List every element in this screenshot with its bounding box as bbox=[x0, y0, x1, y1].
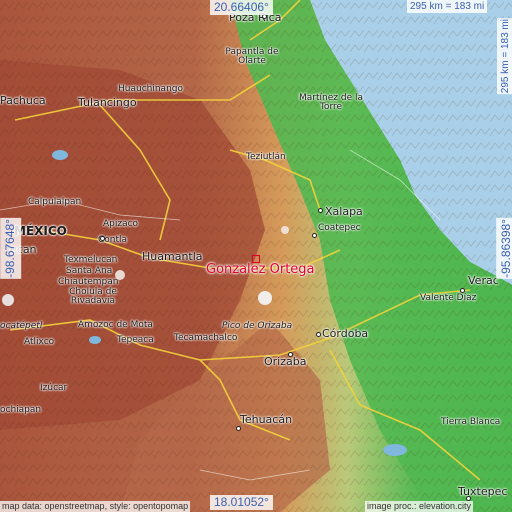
lake bbox=[89, 336, 101, 344]
image-credit: image proc.: elevation.city bbox=[365, 501, 474, 512]
place-popocatepetl: ocatépetl bbox=[0, 321, 43, 331]
cofre-peak bbox=[281, 226, 289, 234]
focus-place-label: Gonzalez Ortega bbox=[206, 262, 315, 277]
coord-right: -95.86398° bbox=[496, 218, 512, 279]
place-cordoba: Córdoba bbox=[322, 327, 369, 340]
place-veracruz: Verac bbox=[468, 274, 499, 287]
city-dot bbox=[318, 208, 323, 213]
pico-de-orizaba-peak bbox=[258, 291, 272, 305]
popocatepetl-peak bbox=[2, 294, 14, 306]
place-teziutlan: Teziutlán bbox=[246, 152, 286, 162]
place-tulancingo: Tulancingo bbox=[78, 96, 137, 109]
city-dot bbox=[236, 426, 241, 431]
place-mexico: MÉXICO bbox=[14, 224, 67, 238]
place-acatlan: ochiapan bbox=[0, 405, 42, 415]
place-tecamachalco: Tecamachalco bbox=[174, 333, 238, 343]
map-credit: map data: openstreetmap, style: opentopo… bbox=[0, 501, 191, 512]
coord-top: 20.66406° bbox=[210, 0, 273, 16]
place-cholula: Cholula de Rivadavia bbox=[69, 287, 117, 306]
place-texmelucan: Texmelucan bbox=[64, 255, 118, 265]
scale-right: 295 km = 183 mi bbox=[497, 18, 512, 95]
place-orizaba: Orizaba bbox=[264, 355, 307, 368]
reservoir bbox=[383, 444, 407, 456]
coord-bottom: 18.01052° bbox=[210, 495, 273, 511]
place-tehuacan: Tehuacán bbox=[240, 413, 293, 426]
city-dot bbox=[316, 332, 321, 337]
place-atlixco: Atlixco bbox=[24, 337, 55, 347]
place-izucar: Izúcar bbox=[40, 383, 68, 393]
place-coatepec: Coatepec bbox=[318, 223, 361, 233]
place-tepeaca: Tepeaca bbox=[117, 335, 154, 345]
place-huauchinango: Huauchinango bbox=[118, 84, 183, 94]
city-dot bbox=[312, 233, 317, 238]
place-valente-diaz: Valente Díaz bbox=[420, 293, 477, 303]
place-chiautempan: Chiautempan bbox=[58, 277, 119, 287]
topographic-map[interactable]: Poza Rica Papantla de Olarte Pachuca Tul… bbox=[0, 0, 512, 512]
place-xalapa: Xalapa bbox=[325, 205, 363, 218]
place-huamantla: Huamantla bbox=[142, 250, 203, 263]
city-dot bbox=[100, 236, 105, 241]
place-apizaco: Apizaco bbox=[103, 219, 139, 229]
place-pico-de-orizaba: Pico de Orizaba bbox=[222, 321, 293, 331]
place-tuxtepec: Tuxtepec bbox=[458, 485, 508, 498]
lake bbox=[52, 150, 68, 160]
place-amozoc: Amozoc de Mota bbox=[78, 320, 153, 330]
place-tierra-blanca: Tierra Blanca bbox=[441, 417, 501, 427]
place-pachuca: Pachuca bbox=[0, 94, 46, 107]
place-calpulalpan: Calpulalpan bbox=[28, 197, 82, 207]
city-dot bbox=[288, 352, 293, 357]
place-santa-ana: Santa Ana bbox=[66, 266, 113, 276]
city-dot bbox=[460, 288, 465, 293]
coord-left: -98.67648° bbox=[0, 218, 22, 279]
place-martinez: Martínez de la Torre bbox=[299, 93, 363, 112]
scale-top: 295 km = 183 mi bbox=[407, 0, 488, 13]
place-papantla: Papantla de Olarte bbox=[225, 47, 279, 66]
